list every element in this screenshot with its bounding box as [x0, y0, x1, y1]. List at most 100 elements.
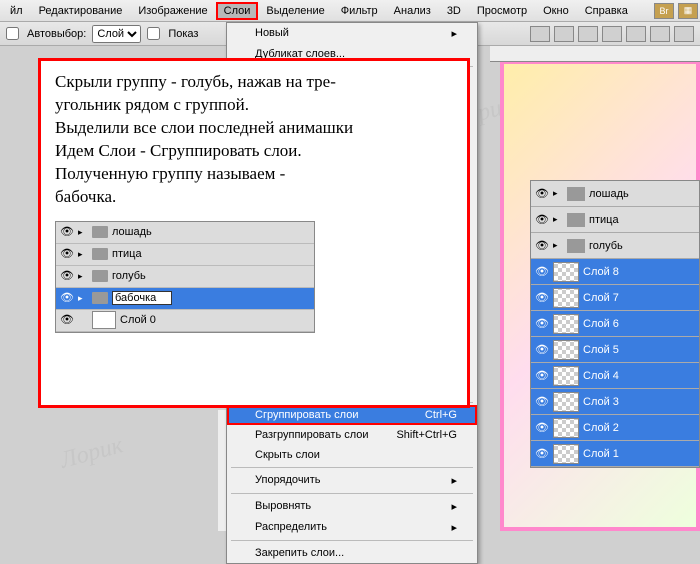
visibility-icon[interactable]: 👁 [60, 269, 74, 284]
align-icon[interactable] [578, 26, 598, 42]
menu-edit[interactable]: Редактирование [31, 2, 131, 20]
expand-icon[interactable]: ▸ [553, 214, 563, 225]
menu-3d[interactable]: 3D [439, 2, 469, 20]
menu-lock-layers[interactable]: Закрепить слои... [227, 543, 477, 563]
layer-thumbnail [553, 262, 579, 282]
expand-icon[interactable]: ▸ [553, 240, 563, 251]
visibility-icon[interactable]: 👁 [535, 187, 549, 200]
folder-icon [92, 292, 108, 304]
layer-name: птица [589, 214, 619, 226]
layer-row-selected[interactable]: 👁 Слой 1 [531, 441, 699, 467]
layer-row-selected[interactable]: 👁 Слой 6 [531, 311, 699, 337]
layer-group-row[interactable]: 👁 ▸ голубь [56, 266, 314, 288]
tutorial-text: бабочка. [55, 186, 453, 209]
menu-select[interactable]: Выделение [258, 2, 332, 20]
layer-thumbnail [553, 418, 579, 438]
bridge-icon[interactable]: Br [654, 3, 674, 19]
layer-name: Слой 5 [583, 344, 619, 356]
visibility-icon[interactable]: 👁 [535, 421, 549, 434]
tutorial-text: Скрыли группу - голубь, нажав на тре- [55, 71, 453, 94]
menu-group-shortcut: Ctrl+G [425, 409, 457, 421]
menu-view[interactable]: Просмотр [469, 2, 535, 20]
layer-group-row[interactable]: 👁 ▸ птица [56, 244, 314, 266]
layer-group-row[interactable]: 👁 ▸ лошадь [56, 222, 314, 244]
layer-row-selected[interactable]: 👁 Слой 5 [531, 337, 699, 363]
menu-ungroup-layers[interactable]: Разгруппировать слои Shift+Ctrl+G [227, 425, 477, 445]
visibility-icon[interactable]: 👁 [60, 291, 74, 306]
visibility-icon[interactable]: 👁 [535, 343, 549, 356]
layer-row-selected[interactable]: 👁 Слой 4 [531, 363, 699, 389]
visibility-icon[interactable]: 👁 [535, 369, 549, 382]
layer-name: Слой 1 [583, 448, 619, 460]
separator [231, 493, 473, 494]
layer-thumbnail [553, 314, 579, 334]
menu-arrange[interactable]: Упорядочить [227, 470, 477, 491]
align-icon[interactable] [554, 26, 574, 42]
expand-icon[interactable]: ▸ [78, 226, 88, 238]
visibility-icon[interactable]: 👁 [535, 447, 549, 460]
layer-name: голубь [112, 269, 146, 284]
expand-icon[interactable]: ▸ [78, 270, 88, 282]
layer-rename-input[interactable] [112, 291, 172, 305]
visibility-icon[interactable]: 👁 [535, 239, 549, 252]
menu-group-label: Сгруппировать слои [255, 409, 358, 421]
menu-layers[interactable]: Слои [216, 2, 259, 20]
menu-align[interactable]: Выровнять [227, 496, 477, 517]
tutorial-text: Выделили все слои последней анимашки [55, 117, 453, 140]
align-icon[interactable] [650, 26, 670, 42]
menu-distribute[interactable]: Распределить [227, 517, 477, 538]
menu-analysis[interactable]: Анализ [386, 2, 439, 20]
align-icon[interactable] [602, 26, 622, 42]
layer-row-selected[interactable]: 👁 Слой 8 [531, 259, 699, 285]
ruler-horizontal [490, 46, 700, 62]
folder-icon [567, 239, 585, 253]
visibility-icon[interactable]: 👁 [60, 247, 74, 262]
visibility-icon[interactable]: 👁 [535, 395, 549, 408]
separator [231, 467, 473, 468]
visibility-icon[interactable]: 👁 [535, 291, 549, 304]
menu-hide-layers[interactable]: Скрыть слои [227, 445, 477, 465]
tutorial-text: угольник рядом с группой. [55, 94, 453, 117]
show-checkbox[interactable] [147, 27, 160, 40]
layer-thumbnail [553, 366, 579, 386]
show-label: Показ [168, 28, 198, 40]
layer-thumbnail [553, 444, 579, 464]
align-icon[interactable] [530, 26, 550, 42]
expand-icon[interactable]: ▸ [78, 292, 88, 304]
layer-name: Слой 4 [583, 370, 619, 382]
layer-name: Слой 0 [120, 313, 156, 328]
expand-icon[interactable]: ▸ [553, 188, 563, 199]
layer-row-selected[interactable]: 👁 Слой 3 [531, 389, 699, 415]
layer-name: Слой 2 [583, 422, 619, 434]
menu-new[interactable]: Новый [227, 23, 477, 44]
visibility-icon[interactable]: 👁 [60, 313, 74, 328]
layer-name: лошадь [112, 225, 152, 240]
layer-row-selected[interactable]: 👁 Слой 7 [531, 285, 699, 311]
menubar: йл Редактирование Изображение Слои Выдел… [0, 0, 700, 22]
grid-icon[interactable]: ▦ [678, 3, 698, 19]
distribute-icon[interactable] [674, 26, 694, 42]
menu-image[interactable]: Изображение [130, 2, 215, 20]
layer-row-selected[interactable]: 👁 Слой 2 [531, 415, 699, 441]
layer-row[interactable]: 👁 Слой 0 [56, 310, 314, 332]
menu-group-layers[interactable]: Сгруппировать слои Ctrl+G [227, 405, 477, 425]
tutorial-overlay: Скрыли группу - голубь, нажав на тре- уг… [38, 58, 470, 408]
layer-group-row[interactable]: 👁 ▸ голубь [531, 233, 699, 259]
menu-window[interactable]: Окно [535, 2, 577, 20]
visibility-icon[interactable]: 👁 [535, 265, 549, 278]
menu-filter[interactable]: Фильтр [333, 2, 386, 20]
visibility-icon[interactable]: 👁 [535, 213, 549, 226]
layer-group-row[interactable]: 👁 ▸ птица [531, 207, 699, 233]
autoselect-dropdown[interactable]: Слой [92, 25, 141, 43]
visibility-icon[interactable]: 👁 [60, 225, 74, 240]
layer-group-row[interactable]: 👁 ▸ лошадь [531, 181, 699, 207]
visibility-icon[interactable]: 👁 [535, 317, 549, 330]
menu-file[interactable]: йл [2, 2, 31, 20]
menu-help[interactable]: Справка [577, 2, 636, 20]
layer-name: голубь [589, 240, 623, 252]
layer-group-row-selected[interactable]: 👁 ▸ [56, 288, 314, 310]
align-icon[interactable] [626, 26, 646, 42]
layer-thumbnail [553, 340, 579, 360]
autoselect-checkbox[interactable] [6, 27, 19, 40]
expand-icon[interactable]: ▸ [78, 248, 88, 260]
